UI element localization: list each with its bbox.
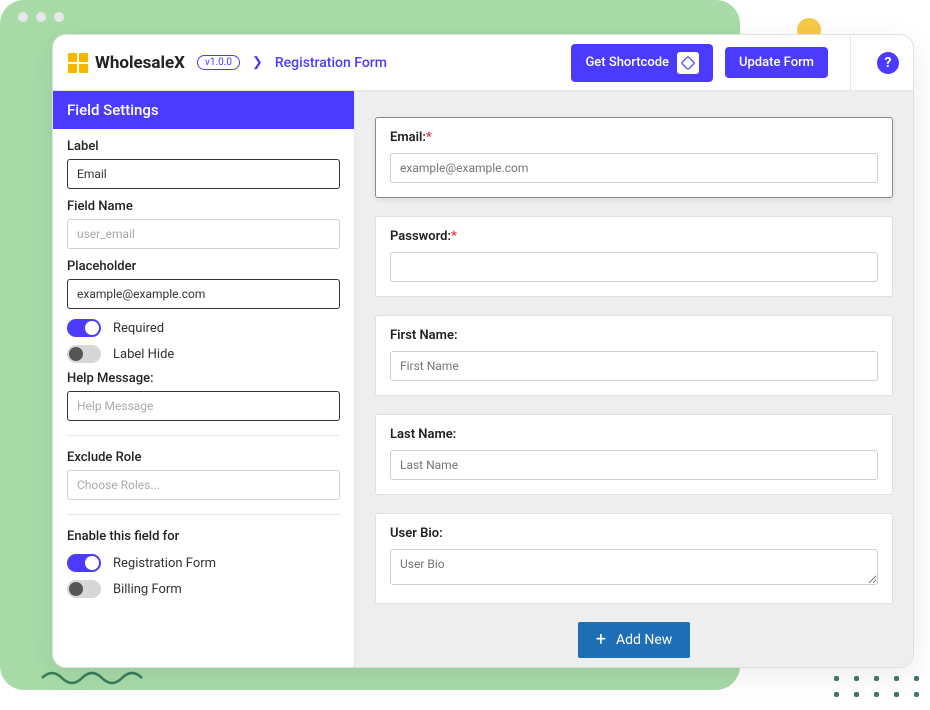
preview-firstname-input[interactable] — [390, 351, 878, 381]
window-dots — [18, 12, 64, 22]
topbar: WholesaleX v1.0.0 ❯ Registration Form Ge… — [53, 35, 913, 91]
app-window: WholesaleX v1.0.0 ❯ Registration Form Ge… — [52, 34, 914, 668]
required-asterisk: * — [451, 229, 457, 244]
exclude-role-field: Exclude Role — [67, 450, 340, 500]
preview-password-label: Password: — [390, 229, 451, 244]
preview-userbio-label: User Bio: — [390, 526, 878, 541]
required-toggle[interactable] — [67, 319, 101, 337]
preview-firstname-label: First Name: — [390, 328, 878, 343]
separator — [850, 35, 851, 91]
breadcrumb: Registration Form — [275, 55, 387, 71]
form-preview-canvas: Email:* Password:* First Name: Last Name… — [355, 91, 913, 667]
preview-email-label: Email: — [390, 130, 426, 145]
preview-password-field[interactable]: Password:* — [375, 216, 893, 297]
wavy-decoration — [40, 666, 150, 690]
placeholder-input[interactable] — [67, 279, 340, 309]
preview-password-input[interactable] — [390, 252, 878, 282]
fieldname-label: Field Name — [67, 199, 340, 214]
enable-section: Enable this field for — [67, 529, 340, 544]
chevron-right-icon: ❯ — [252, 55, 263, 70]
enable-billing-label: Billing Form — [113, 582, 182, 597]
sidebar-title: Field Settings — [53, 91, 354, 129]
shortcode-label: Get Shortcode — [585, 55, 669, 70]
label-input[interactable] — [67, 159, 340, 189]
preview-userbio-input[interactable] — [390, 549, 878, 585]
preview-lastname-label: Last Name: — [390, 427, 878, 442]
enable-registration-label: Registration Form — [113, 556, 216, 571]
brand-text: WholesaleX — [95, 53, 185, 73]
fieldname-field: Field Name — [67, 199, 340, 249]
required-asterisk: * — [426, 130, 432, 145]
label-field-label: Label — [67, 139, 340, 154]
logo-icon — [67, 52, 89, 74]
plus-icon: + — [596, 633, 606, 647]
enable-section-label: Enable this field for — [67, 529, 340, 544]
preview-lastname-input[interactable] — [390, 450, 878, 480]
shortcode-icon — [677, 52, 699, 74]
help-icon[interactable]: ? — [877, 52, 899, 74]
placeholder-label: Placeholder — [67, 259, 340, 274]
labelhide-label: Label Hide — [113, 347, 174, 362]
preview-email-input[interactable] — [390, 153, 878, 183]
preview-email-field[interactable]: Email:* — [375, 117, 893, 198]
preview-firstname-field[interactable]: First Name: — [375, 315, 893, 396]
exclude-role-label: Exclude Role — [67, 450, 340, 465]
placeholder-field: Placeholder — [67, 259, 340, 309]
label-field: Label — [67, 139, 340, 189]
version-badge: v1.0.0 — [197, 55, 240, 70]
field-settings-sidebar: Field Settings Label Field Name Placehol… — [53, 91, 355, 667]
divider — [67, 514, 340, 515]
enable-registration-toggle[interactable] — [67, 554, 101, 572]
add-new-button[interactable]: + Add New — [578, 622, 691, 658]
fieldname-input[interactable] — [67, 219, 340, 249]
update-form-button[interactable]: Update Form — [725, 47, 828, 78]
enable-billing-toggle[interactable] — [67, 580, 101, 598]
preview-lastname-field[interactable]: Last Name: — [375, 414, 893, 495]
dot-grid-decoration — [834, 676, 920, 698]
get-shortcode-button[interactable]: Get Shortcode — [571, 44, 713, 82]
help-message-input[interactable] — [67, 391, 340, 421]
help-message-field: Help Message: — [67, 371, 340, 421]
help-message-label: Help Message: — [67, 371, 340, 386]
required-label: Required — [113, 321, 164, 336]
preview-userbio-field[interactable]: User Bio: — [375, 513, 893, 604]
exclude-role-select[interactable] — [67, 470, 340, 500]
brand-logo: WholesaleX — [67, 52, 185, 74]
divider — [67, 435, 340, 436]
add-new-label: Add New — [616, 632, 672, 648]
labelhide-toggle[interactable] — [67, 345, 101, 363]
